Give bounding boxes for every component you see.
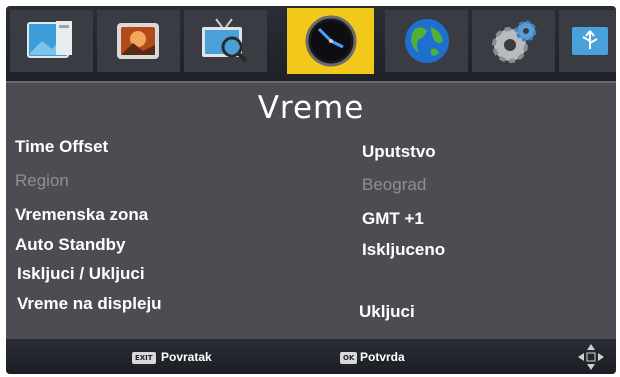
setting-value-auto-standby[interactable]: Iskljuceno	[362, 240, 445, 260]
gear-icon	[488, 17, 540, 65]
page-title: Vreme	[257, 90, 365, 126]
navigation-arrows-icon	[576, 342, 606, 374]
picture-icon	[26, 19, 78, 63]
tab-image[interactable]	[97, 10, 180, 72]
usb-icon	[568, 19, 608, 63]
setting-label-time-offset[interactable]: Time Offset	[15, 137, 108, 157]
exit-key-badge: EXIT	[132, 352, 156, 364]
tv-search-icon	[198, 17, 254, 65]
photo-icon	[113, 19, 165, 63]
setting-value-region: Beograd	[362, 175, 427, 194]
clock-icon	[303, 13, 359, 69]
ok-key-badge: OK	[340, 352, 358, 364]
tab-picture[interactable]	[10, 10, 93, 72]
setting-label-vreme-na-displeju[interactable]: Vreme na displeju	[17, 294, 162, 314]
setting-label-iskljuci-ukljuci[interactable]: Iskljuci / Ukljuci	[17, 264, 145, 284]
ok-hint-label: Potvrda	[360, 350, 405, 364]
setting-value-vreme-na-displeju[interactable]: Ukljuci	[359, 302, 415, 322]
tv-menu-screen: Vreme Time Offset Uputstvo Region Beogra…	[6, 6, 616, 374]
setting-label-vremenska-zona[interactable]: Vremenska zona	[15, 205, 148, 225]
tab-settings[interactable]	[472, 10, 555, 72]
menu-tab-bar	[6, 6, 616, 81]
footer-bar: EXIT Povratak OK Potvrda	[6, 339, 616, 374]
setting-label-auto-standby[interactable]: Auto Standby	[15, 235, 126, 255]
tab-search[interactable]	[184, 10, 267, 72]
divider	[6, 81, 616, 83]
setting-value-time-offset[interactable]: Uputstvo	[362, 142, 436, 162]
setting-value-vremenska-zona[interactable]: GMT +1	[362, 209, 424, 229]
tab-time[interactable]	[287, 8, 374, 74]
tab-language[interactable]	[385, 10, 468, 72]
tab-usb[interactable]	[559, 10, 616, 72]
setting-label-region: Region	[15, 171, 69, 190]
globe-icon	[401, 15, 453, 67]
exit-hint-label: Povratak	[161, 350, 212, 364]
